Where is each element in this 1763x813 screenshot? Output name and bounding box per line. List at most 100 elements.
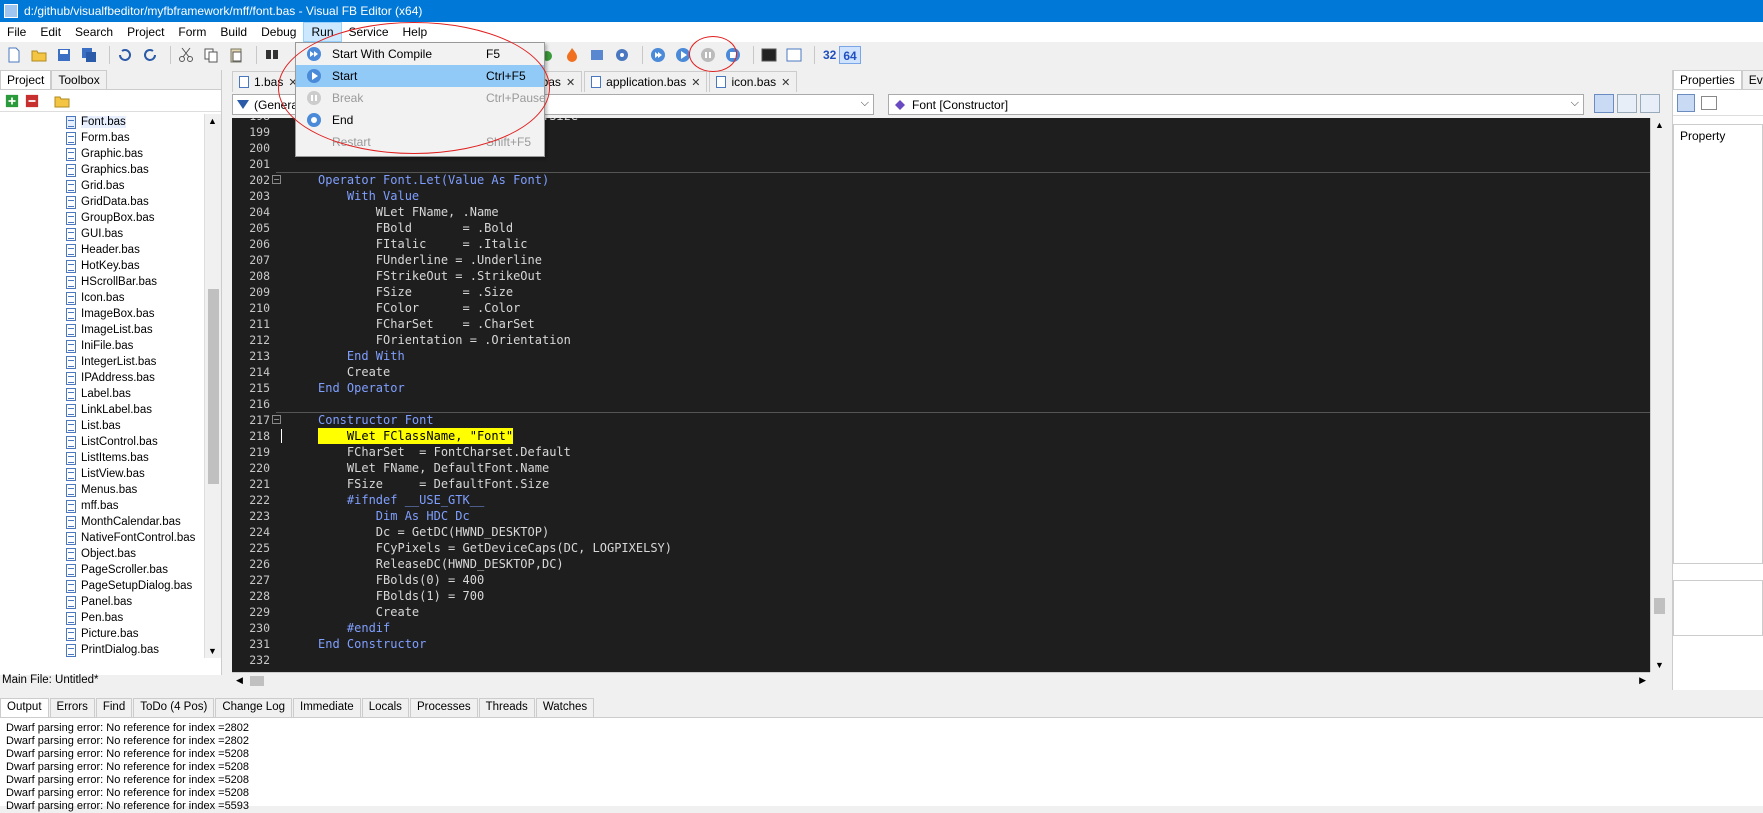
menu-project[interactable]: Project: [120, 22, 171, 42]
add-icon[interactable]: [4, 93, 20, 109]
tab-project[interactable]: Project: [0, 70, 52, 89]
settings-gear-icon[interactable]: [612, 45, 632, 65]
property-pages-icon[interactable]: [1701, 95, 1717, 110]
save-all-icon[interactable]: [79, 45, 99, 65]
project-file-item[interactable]: Form.bas: [0, 130, 204, 146]
code-line[interactable]: 209 FSize = .Size: [232, 284, 1650, 300]
split-view-icon[interactable]: [1617, 94, 1637, 113]
project-file-item[interactable]: HScrollBar.bas: [0, 274, 204, 290]
tab-immediate[interactable]: Immediate: [293, 698, 361, 717]
code-line[interactable]: 228 FBolds(1) = 700: [232, 588, 1650, 604]
code-line[interactable]: 208 FStrikeOut = .StrikeOut: [232, 268, 1650, 284]
code-editor[interactable]: 198 ", " & This.Size199200End Function20…: [232, 118, 1650, 672]
project-file-item[interactable]: IniFile.bas: [0, 338, 204, 354]
code-line[interactable]: 211 FCharSet = .CharSet: [232, 316, 1650, 332]
find-icon[interactable]: [262, 45, 282, 65]
code-line[interactable]: 216: [232, 396, 1650, 412]
project-file-item[interactable]: Header.bas: [0, 242, 204, 258]
code-line[interactable]: 205 FBold = .Bold: [232, 220, 1650, 236]
code-line[interactable]: 215 End Operator: [232, 380, 1650, 396]
menu-form[interactable]: Form: [171, 22, 213, 42]
code-line[interactable]: 227 FBolds(0) = 400: [232, 572, 1650, 588]
project-file-item[interactable]: Picture.bas: [0, 626, 204, 642]
remove-icon[interactable]: [24, 93, 40, 109]
code-line[interactable]: 213 End With: [232, 348, 1650, 364]
tab-output[interactable]: Output: [0, 698, 49, 717]
gui-icon[interactable]: [784, 45, 804, 65]
console-icon[interactable]: [759, 45, 779, 65]
tab-errors[interactable]: Errors: [49, 698, 95, 717]
project-file-item[interactable]: ImageBox.bas: [0, 306, 204, 322]
open-folder-icon[interactable]: [29, 45, 49, 65]
procedure-dropdown[interactable]: Font [Constructor] ⌵: [888, 94, 1584, 115]
menu-build[interactable]: Build: [213, 22, 254, 42]
project-file-item[interactable]: IPAddress.bas: [0, 370, 204, 386]
close-icon[interactable]: ✕: [781, 76, 790, 89]
tab-properties[interactable]: Properties: [1673, 70, 1742, 89]
project-file-item[interactable]: GridData.bas: [0, 194, 204, 210]
start-with-compile-icon[interactable]: [648, 45, 668, 65]
code-line[interactable]: 206 FItalic = .Italic: [232, 236, 1650, 252]
code-line[interactable]: 201: [232, 156, 1650, 172]
project-file-item[interactable]: MonthCalendar.bas: [0, 514, 204, 530]
tab-locals[interactable]: Locals: [361, 698, 409, 717]
code-line[interactable]: 222 #ifndef __USE_GTK__: [232, 492, 1650, 508]
code-line[interactable]: 219 FCharSet = FontCharset.Default: [232, 444, 1650, 460]
project-file-item[interactable]: Graphics.bas: [0, 162, 204, 178]
undo-icon[interactable]: [115, 45, 135, 65]
project-file-item[interactable]: Menus.bas: [0, 482, 204, 498]
code-line[interactable]: 221 FSize = DefaultFont.Size: [232, 476, 1650, 492]
code-line[interactable]: 226 ReleaseDC(HWND_DESKTOP,DC): [232, 556, 1650, 572]
code-line[interactable]: 229 Create: [232, 604, 1650, 620]
tab-find[interactable]: Find: [95, 698, 133, 717]
tab-toolbox[interactable]: Toolbox: [51, 70, 107, 89]
project-file-item[interactable]: ImageList.bas: [0, 322, 204, 338]
menu-search[interactable]: Search: [68, 22, 120, 42]
project-file-item[interactable]: Object.bas: [0, 546, 204, 562]
tab-application-bas[interactable]: application.bas ✕: [584, 71, 708, 92]
code-view-icon[interactable]: [1594, 94, 1614, 113]
code-line[interactable]: 220 WLet FName, DefaultFont.Name: [232, 460, 1650, 476]
project-file-item[interactable]: NativeFontControl.bas: [0, 530, 204, 546]
flame-icon[interactable]: [562, 45, 582, 65]
code-line[interactable]: 225 FCyPixels = GetDeviceCaps(DC, LOGPIX…: [232, 540, 1650, 556]
tab-events[interactable]: Even: [1741, 70, 1763, 89]
editor-vertical-scrollbar[interactable]: ▲ ▼: [1650, 118, 1667, 672]
menu-file[interactable]: File: [0, 22, 33, 42]
code-line[interactable]: 202 Operator Font.Let(Value As Font) −: [232, 172, 1650, 188]
cut-icon[interactable]: [176, 45, 196, 65]
build-32bit-button[interactable]: 32: [820, 46, 839, 64]
code-line[interactable]: 231 End Constructor: [232, 636, 1650, 652]
project-file-item[interactable]: PrintDialog.bas: [0, 642, 204, 658]
project-file-item[interactable]: Pen.bas: [0, 610, 204, 626]
project-file-item[interactable]: Panel.bas: [0, 594, 204, 610]
close-icon[interactable]: ✕: [566, 76, 575, 89]
tab-processes[interactable]: Processes: [409, 698, 478, 717]
code-line[interactable]: 207 FUnderline = .Underline: [232, 252, 1650, 268]
code-line[interactable]: 218 WLet FClassName, "Font": [232, 428, 1650, 444]
categorized-icon[interactable]: [1677, 93, 1695, 112]
project-file-item[interactable]: ListControl.bas: [0, 434, 204, 450]
code-line[interactable]: 210 FColor = .Color: [232, 300, 1650, 316]
tab-threads[interactable]: Threads: [478, 698, 535, 717]
tab-change-log[interactable]: Change Log: [215, 698, 292, 717]
project-file-item[interactable]: GUI.bas: [0, 226, 204, 242]
redo-icon[interactable]: [140, 45, 160, 65]
tab-icon-bas[interactable]: icon.bas ✕: [709, 71, 798, 92]
project-file-item[interactable]: mff.bas: [0, 498, 204, 514]
new-file-icon[interactable]: [4, 45, 24, 65]
build-64bit-button[interactable]: 64: [839, 46, 861, 64]
project-file-item[interactable]: IntegerList.bas: [0, 354, 204, 370]
code-line[interactable]: 203 With Value: [232, 188, 1650, 204]
code-line[interactable]: 224 Dc = GetDC(HWND_DESKTOP): [232, 524, 1650, 540]
project-file-item[interactable]: Font.bas: [0, 114, 204, 130]
copy-icon[interactable]: [201, 45, 221, 65]
code-line[interactable]: 230 #endif: [232, 620, 1650, 636]
project-file-item[interactable]: Label.bas: [0, 386, 204, 402]
code-line[interactable]: 232: [232, 652, 1650, 668]
project-file-item[interactable]: LinkLabel.bas: [0, 402, 204, 418]
project-file-item[interactable]: Grid.bas: [0, 178, 204, 194]
form-view-icon[interactable]: [1640, 94, 1660, 113]
tab-watches[interactable]: Watches: [535, 698, 595, 717]
fold-toggle-icon[interactable]: −: [272, 415, 281, 424]
